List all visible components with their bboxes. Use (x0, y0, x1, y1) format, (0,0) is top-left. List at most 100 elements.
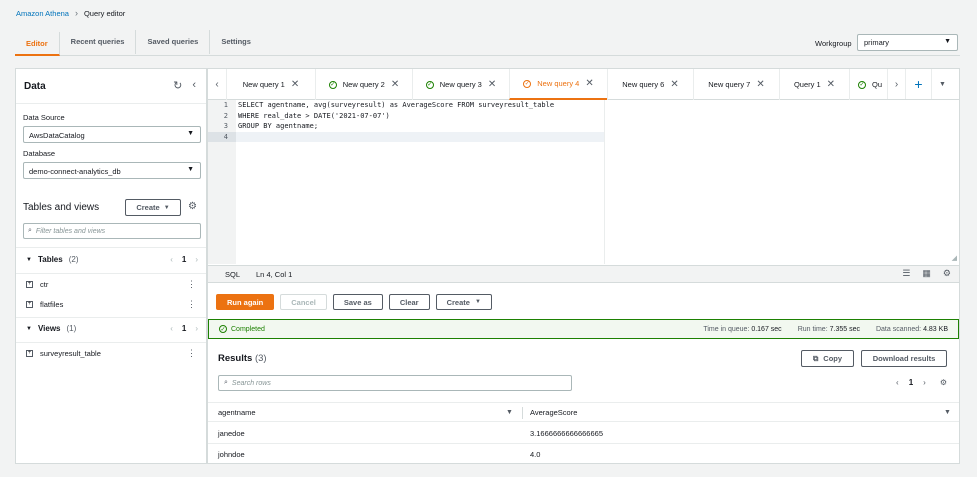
tabs-menu-caret-icon[interactable]: ▼ (931, 69, 953, 99)
next-page-icon[interactable]: › (195, 324, 198, 333)
collapse-left-icon[interactable]: ‹ (192, 79, 196, 92)
filter-tables-input[interactable]: ⌕ Filter tables and views (23, 223, 201, 239)
column-header-agentname[interactable]: agentname (218, 408, 256, 417)
more-actions-icon[interactable]: ⋮ (187, 348, 196, 359)
tab-recent-queries[interactable]: Recent queries (60, 30, 137, 54)
sql-editor[interactable]: 1 2 3 4 SELECT agentname, avg(surveyresu… (208, 100, 959, 264)
download-results-button[interactable]: Download results (861, 350, 947, 367)
create-dropdown-button[interactable]: Create ▼ (125, 199, 181, 216)
query-tab-3[interactable]: ✓ New query 3 ✕ (412, 69, 509, 100)
prev-page-icon[interactable]: ‹ (170, 324, 173, 333)
tabs-scroll-right-icon[interactable]: › (887, 69, 905, 99)
prev-page-icon[interactable]: ‹ (170, 255, 173, 264)
close-icon[interactable]: ✕ (670, 79, 678, 90)
views-page-number[interactable]: 1 (182, 324, 186, 333)
tables-section-toggle[interactable]: ▼ Tables (2) (26, 255, 78, 264)
code-line: SELECT agentname, avg(surveyresult) as A… (238, 101, 555, 109)
query-tab-7[interactable]: New query 7 ✕ (693, 69, 779, 100)
table-row: johndoe 4.0 (208, 444, 959, 465)
sort-caret-icon[interactable]: ▼ (944, 409, 951, 416)
query-tab-6[interactable]: New query 6 ✕ (607, 69, 693, 100)
refresh-icon[interactable]: ↻ (173, 79, 182, 92)
filter-placeholder: Filter tables and views (35, 227, 106, 235)
close-icon[interactable]: ✕ (827, 79, 835, 90)
tables-page-number[interactable]: 1 (182, 255, 186, 264)
table-item-ctr[interactable]: + ctr (26, 280, 48, 289)
database-select[interactable]: demo-connect-analytics_db ▼ (23, 162, 201, 179)
tabs-scroll-left-icon[interactable]: ‹ (208, 69, 226, 99)
close-icon[interactable]: ✕ (391, 79, 399, 90)
table-icon[interactable]: ▦ (922, 268, 931, 279)
clear-button[interactable]: Clear (388, 294, 430, 310)
query-tab-label: New query 4 (537, 79, 580, 88)
expand-plus-icon[interactable]: + (26, 281, 33, 288)
data-source-select[interactable]: AwsDataCatalog ▼ (23, 126, 201, 143)
caret-down-icon: ▼ (187, 166, 194, 173)
results-title: Results (3) (218, 353, 267, 364)
close-icon[interactable]: ✕ (291, 79, 299, 90)
query-tab-label: New query 2 (342, 80, 385, 89)
query-tab-truncated[interactable]: ✓ Qu (849, 69, 887, 100)
editor-status-bar: SQL Ln 4, Col 1 ☰ ▦ ⚙ (208, 265, 959, 283)
tab-saved-queries[interactable]: Saved queries (136, 30, 211, 54)
resize-handle-icon[interactable]: ◢ (952, 254, 957, 262)
tab-editor[interactable]: Editor (15, 32, 60, 56)
more-actions-icon[interactable]: ⋮ (187, 299, 196, 310)
next-page-icon[interactable]: › (923, 378, 926, 387)
breadcrumb-athena-link[interactable]: Amazon Athena (16, 9, 69, 18)
view-item-surveyresult[interactable]: + surveyresult_table (26, 349, 101, 358)
table-item-label: flatfiles (40, 300, 64, 309)
cell-averagescore: 4.0 (530, 450, 541, 459)
run-time-label: Run time: (797, 325, 828, 333)
line-number: 1 (223, 101, 228, 109)
database-value: demo-connect-analytics_db (29, 166, 121, 176)
gear-icon[interactable]: ⚙ (940, 378, 947, 387)
format-query-icon[interactable]: ☰ (902, 268, 910, 279)
success-check-icon: ✓ (219, 325, 227, 333)
query-editor-panel: ‹ New query 1 ✕ ✓ New query 2 ✕ ✓ New qu… (207, 68, 960, 464)
query-tab-label: Query 1 (793, 80, 821, 89)
table-item-flatfiles[interactable]: + flatfiles (26, 300, 63, 309)
copy-button[interactable]: ⧉ Copy (801, 350, 854, 367)
expand-plus-icon[interactable]: + (26, 301, 33, 308)
more-actions-icon[interactable]: ⋮ (187, 279, 196, 290)
search-icon: ⌕ (28, 227, 32, 234)
execution-stats: Time in queue: 0.167 sec Run time: 7.355… (703, 326, 948, 333)
views-label: Views (37, 324, 61, 333)
query-tab-4[interactable]: ✓ New query 4 ✕ (509, 69, 607, 100)
query-tab-1[interactable]: New query 1 ✕ (226, 69, 315, 100)
expand-plus-icon[interactable]: + (26, 350, 33, 357)
code-content[interactable]: SELECT agentname, avg(surveyresult) as A… (238, 100, 554, 142)
add-tab-plus-icon[interactable]: + (905, 69, 931, 99)
prev-page-icon[interactable]: ‹ (896, 378, 899, 387)
results-table-header: agentname ▼ AverageScore ▼ (208, 402, 959, 422)
close-icon[interactable]: ✕ (756, 79, 764, 90)
create-button[interactable]: Create ▼ (435, 294, 492, 310)
close-icon[interactable]: ✕ (488, 79, 496, 90)
search-rows-input[interactable]: ⌕ Search rows (218, 375, 572, 391)
copy-icon: ⧉ (812, 353, 819, 363)
cancel-button[interactable]: Cancel (280, 294, 327, 310)
cell-agentname: janedoe (218, 429, 245, 438)
views-section-toggle[interactable]: ▼ Views (1) (26, 324, 76, 333)
gear-icon[interactable]: ⚙ (943, 268, 951, 279)
line-gutter: 1 2 3 4 (208, 100, 236, 264)
save-as-button[interactable]: Save as (332, 294, 383, 310)
close-icon[interactable]: ✕ (585, 78, 593, 89)
run-again-button[interactable]: Run again (216, 294, 275, 310)
next-page-icon[interactable]: › (195, 255, 198, 264)
success-check-icon: ✓ (328, 80, 337, 89)
query-tab-2[interactable]: ✓ New query 2 ✕ (315, 69, 412, 100)
gear-icon[interactable]: ⚙ (188, 201, 197, 212)
column-header-averagescore[interactable]: AverageScore (530, 408, 577, 417)
table-row: janedoe 3.1666666666666665 (208, 423, 959, 444)
results-page-number[interactable]: 1 (909, 378, 913, 387)
views-count: (1) (66, 324, 77, 333)
sort-caret-icon[interactable]: ▼ (506, 409, 513, 416)
cell-averagescore: 3.1666666666666665 (530, 429, 603, 438)
query-tab-query-1[interactable]: Query 1 ✕ (779, 69, 849, 100)
column-resizer[interactable] (522, 407, 523, 419)
tab-settings[interactable]: Settings (210, 30, 262, 54)
workgroup-select[interactable]: primary ▼ (857, 34, 958, 51)
